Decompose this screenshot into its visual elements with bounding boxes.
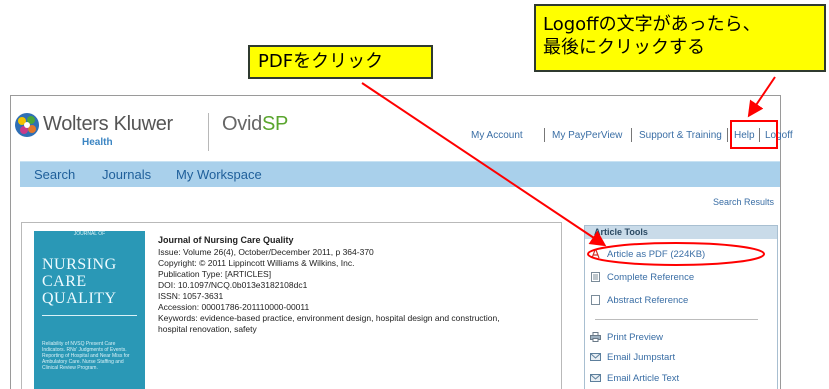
logoff-click-callout: Logoffの文字があったら、 最後にクリックする [534,4,826,72]
pdf-arrow [361,82,607,247]
logoff-callout-line: Logoffの文字があったら、 [543,14,761,35]
pdf-click-callout: PDFをクリック [248,45,433,79]
pdf-highlight-ellipse [587,242,765,266]
logoff-highlight-box [730,120,778,149]
logoff-arrow [747,76,776,118]
logoff-callout-line: 最後にクリックする [543,37,705,58]
